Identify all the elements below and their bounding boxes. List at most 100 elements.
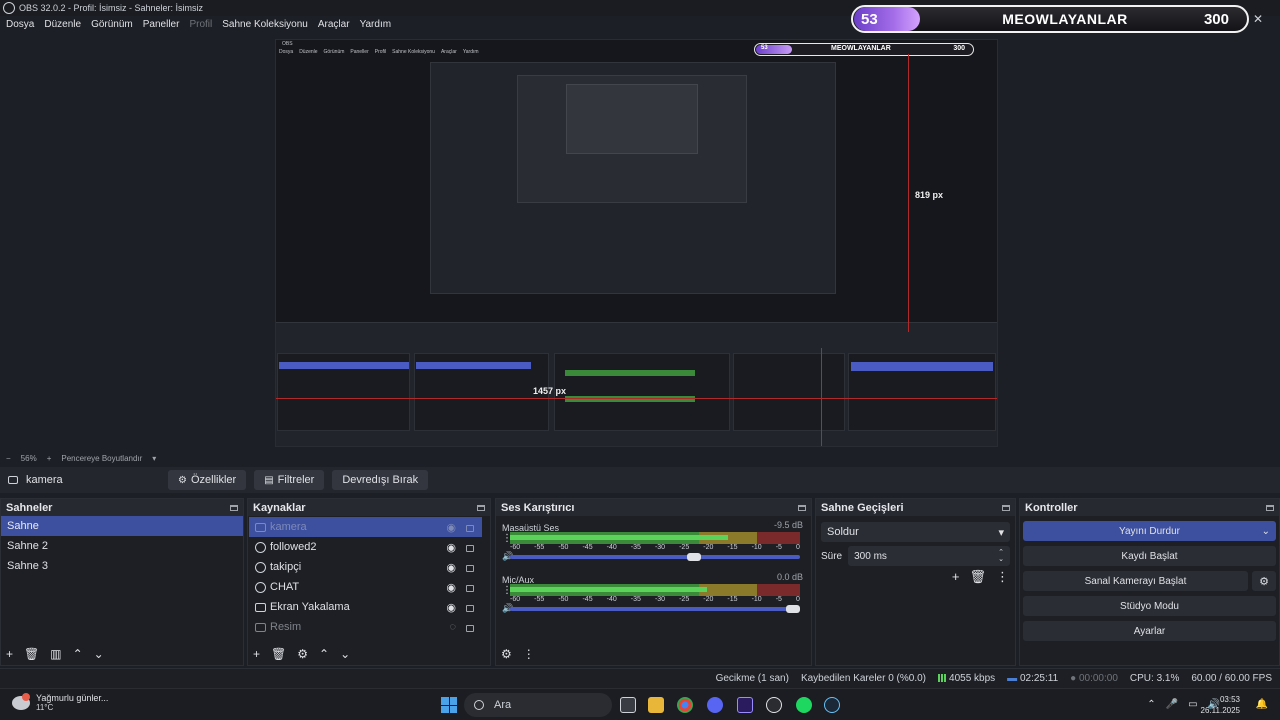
preview-canvas[interactable]: OBS Dosya Düzenle Görünüm Paneller Profi…: [275, 39, 998, 447]
discord-icon[interactable]: [707, 697, 723, 713]
eye-hidden-icon[interactable]: ◌: [449, 621, 456, 633]
lock-icon[interactable]: [466, 605, 474, 612]
deactivate-button[interactable]: Devredışı Bırak: [332, 470, 429, 490]
lock-icon[interactable]: [466, 565, 474, 572]
menu-profil[interactable]: Profil: [189, 19, 212, 30]
globe-icon: [255, 561, 266, 573]
chevron-up-icon[interactable]: ⌃: [319, 647, 329, 661]
properties-button[interactable]: ⚙ Özellikler: [168, 470, 247, 490]
weather-widget[interactable]: Yağmurlu günler... 11°C: [12, 692, 108, 712]
meter-level: [510, 587, 708, 592]
spotify-icon[interactable]: [796, 697, 812, 713]
chevron-up-icon[interactable]: ⌃: [1147, 699, 1155, 710]
menu-yardim[interactable]: Yardım: [360, 19, 392, 30]
close-icon[interactable]: ✕: [1253, 12, 1263, 26]
add-icon[interactable]: +: [253, 647, 260, 661]
notification-bell-icon[interactable]: 🔔: [1256, 699, 1268, 710]
volume-slider[interactable]: [510, 605, 800, 613]
more-options-icon[interactable]: ⋮: [996, 569, 1009, 585]
lock-icon[interactable]: [466, 525, 474, 532]
scene-item[interactable]: Sahne 2: [1, 536, 243, 556]
selected-source-label: kamera: [26, 474, 63, 486]
scene-item[interactable]: Sahne: [1, 516, 243, 536]
menu-sahne-koleksiyonu[interactable]: Sahne Koleksiyonu: [222, 19, 308, 30]
undock-icon[interactable]: [798, 504, 806, 511]
trash-icon[interactable]: 🗑: [271, 647, 286, 661]
nested-menu-bar: Dosya Düzenle Görünüm Paneller Profil Sa…: [276, 49, 485, 57]
taskbar-search[interactable]: Ara: [464, 693, 612, 717]
transition-select[interactable]: Soldur ▾: [821, 522, 1010, 542]
virtual-camera-button[interactable]: Sanal Kamerayı Başlat: [1023, 571, 1248, 591]
stop-stream-label: Yayını Durdur: [1119, 525, 1180, 537]
chevron-down-icon[interactable]: ⌄: [340, 647, 350, 661]
undock-icon[interactable]: [477, 504, 485, 511]
scene-item[interactable]: Sahne 3: [1, 556, 243, 576]
fit-to-window-dropdown[interactable]: Pencereye Boyutlandır: [61, 454, 142, 463]
source-item[interactable]: kamera ◉: [249, 517, 482, 537]
source-item[interactable]: followed2 ◉: [249, 537, 482, 557]
start-icon[interactable]: [441, 697, 457, 713]
menu-araclar[interactable]: Araçlar: [318, 19, 350, 30]
zoom-in-button[interactable]: +: [47, 454, 52, 463]
eye-icon[interactable]: ◉: [446, 561, 456, 574]
nested-controls-dock: [848, 353, 996, 431]
undock-icon[interactable]: [1002, 504, 1010, 511]
volume-slider-knob[interactable]: [687, 553, 702, 561]
meter-tick-label: -60: [510, 596, 521, 603]
lock-icon[interactable]: [466, 585, 474, 592]
menu-duzenle[interactable]: Düzenle: [44, 19, 81, 30]
menu-dosya[interactable]: Dosya: [6, 19, 34, 30]
filters-button[interactable]: ▤ Filtreler: [254, 470, 325, 490]
source-label: Resim: [270, 621, 302, 633]
stop-stream-button[interactable]: Yayını Durdur ⌄: [1023, 521, 1276, 541]
studio-mode-button[interactable]: Stüdyo Modu: [1023, 596, 1276, 616]
file-explorer-icon[interactable]: [648, 697, 664, 713]
source-item[interactable]: CHAT ◉: [249, 577, 482, 597]
gear-icon[interactable]: ⚙: [297, 647, 308, 661]
add-icon[interactable]: +: [6, 647, 13, 661]
duration-input[interactable]: 300 ms ⌃ ⌄: [848, 546, 1010, 566]
source-item[interactable]: Resim ◌: [249, 617, 482, 637]
source-item[interactable]: Ekran Yakalama ◉: [249, 597, 482, 617]
start-record-button[interactable]: Kaydı Başlat: [1023, 546, 1276, 566]
lock-icon[interactable]: [466, 625, 474, 632]
premiere-icon[interactable]: [737, 697, 753, 713]
volume-slider[interactable]: [510, 553, 800, 561]
chrome-icon[interactable]: [677, 697, 693, 713]
eye-icon[interactable]: ◉: [446, 581, 456, 594]
undock-icon[interactable]: [230, 504, 238, 511]
source-item[interactable]: takipçi ◉: [249, 557, 482, 577]
windows-taskbar: Yağmurlu günler... 11°C Ara ⌃ 🎤 ▭ 🔊 03:5…: [0, 688, 1280, 720]
eye-icon[interactable]: ◉: [446, 541, 456, 554]
chevron-down-icon[interactable]: ⌄: [94, 647, 104, 661]
trash-icon[interactable]: 🗑: [969, 569, 986, 585]
undock-icon[interactable]: [1266, 504, 1274, 511]
microphone-icon[interactable]: 🎤: [1166, 699, 1178, 710]
settings-button[interactable]: Ayarlar: [1023, 621, 1276, 641]
volume-slider-knob[interactable]: [786, 605, 800, 613]
preview-area[interactable]: OBS Dosya Düzenle Görünüm Paneller Profi…: [0, 33, 1280, 451]
filter-icon[interactable]: ▥: [50, 647, 61, 661]
gear-icon[interactable]: ⚙: [1252, 571, 1276, 591]
measure-guide-horizontal-2: [821, 398, 997, 399]
taskbar-clock[interactable]: 03:53 26.11.2025: [1201, 694, 1240, 716]
zoom-out-button[interactable]: −: [6, 454, 11, 463]
eye-icon[interactable]: ◉: [446, 601, 456, 614]
task-view-icon[interactable]: [620, 697, 636, 713]
chevron-down-icon[interactable]: ▾: [152, 454, 156, 463]
eye-icon[interactable]: ◉: [446, 521, 456, 534]
trash-icon[interactable]: 🗑: [24, 647, 39, 661]
obs-icon[interactable]: [766, 697, 782, 713]
spinner-arrows-icon[interactable]: ⌃ ⌄: [998, 549, 1004, 563]
display-icon[interactable]: ▭: [1188, 699, 1197, 710]
menu-gorunum[interactable]: Görünüm: [91, 19, 133, 30]
add-icon[interactable]: +: [952, 569, 960, 585]
chevron-up-icon[interactable]: ⌃: [73, 647, 83, 661]
controls-dock: Kontroller Yayını Durdur ⌄ Kaydı Başlat …: [1019, 498, 1280, 666]
lock-icon[interactable]: [466, 545, 474, 552]
menu-paneller[interactable]: Paneller: [143, 19, 180, 30]
advanced-audio-icon[interactable]: ⚙: [501, 647, 512, 661]
chevron-down-icon[interactable]: ⌄: [1262, 526, 1270, 537]
steam-icon[interactable]: [824, 697, 840, 713]
more-options-icon[interactable]: ⋮: [523, 647, 535, 661]
